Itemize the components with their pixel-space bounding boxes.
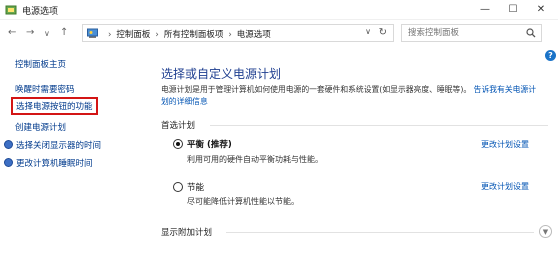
main-content: 选择或自定义电源计划 电源计划是用于管理计算机如何使用电源的一套硬件和系统设置(…	[150, 48, 558, 256]
breadcrumb-separator: ›	[155, 30, 159, 40]
breadcrumb-separator: ›	[228, 30, 232, 40]
preferred-plans-label: 首选计划	[161, 121, 196, 131]
page-description: 电源计划是用于管理计算机如何使用电源的一套硬件和系统设置(如显示器亮度、睡眠等)…	[161, 84, 543, 108]
monitor-icon	[4, 140, 13, 149]
sidebar-item-power-button-function[interactable]: 选择电源按钮的功能	[11, 97, 98, 115]
power-options-icon	[5, 5, 17, 15]
maximize-button[interactable]: ☐	[498, 0, 528, 20]
history-dropdown-icon[interactable]: ∨	[44, 29, 50, 38]
plan-power-saver-description: 尽可能降低计算机性能以节能。	[187, 197, 299, 206]
refresh-icon[interactable]: ↻	[379, 27, 387, 38]
chevron-down-icon[interactable]: ▼	[539, 225, 552, 238]
search-box[interactable]	[401, 24, 542, 42]
sidebar-item-create-plan[interactable]: 创建电源计划	[15, 121, 66, 133]
divider	[226, 232, 534, 233]
close-button[interactable]: ✕	[526, 0, 556, 20]
window-title: 电源选项	[22, 7, 59, 17]
forward-icon[interactable]: →	[26, 27, 34, 38]
title-bar: 电源选项 — ☐ ✕	[0, 0, 558, 20]
breadcrumb-all-items[interactable]: 所有控制面板项	[164, 30, 224, 40]
moon-icon	[4, 158, 13, 167]
breadcrumb: › 控制面板 › 所有控制面板项 › 电源选项	[103, 28, 271, 40]
plan-balanced-radio[interactable]	[173, 139, 183, 149]
sidebar-item-sleep-time[interactable]: 更改计算机睡眠时间	[4, 157, 93, 169]
divider	[210, 125, 548, 126]
up-icon[interactable]: ↑	[60, 27, 68, 38]
back-icon[interactable]: ←	[8, 27, 16, 38]
plan-balanced-description: 利用可用的硬件自动平衡功耗与性能。	[187, 155, 323, 164]
address-dropdown-icon[interactable]: ∨	[365, 27, 371, 36]
breadcrumb-control-panel[interactable]: 控制面板	[116, 30, 150, 40]
sidebar-item-control-panel-home[interactable]: 控制面板主页	[15, 58, 66, 70]
sidebar-item-label: 选择关闭显示器的时间	[16, 141, 102, 151]
search-input[interactable]	[402, 25, 520, 41]
sidebar-item-label: 更改计算机睡眠时间	[16, 159, 93, 169]
address-field[interactable]: › 控制面板 › 所有控制面板项 › 电源选项 ∨ ↻	[82, 24, 394, 42]
change-balanced-settings-link[interactable]: 更改计划设置	[481, 139, 529, 150]
plan-balanced-name[interactable]: 平衡 (推荐)	[187, 138, 232, 150]
change-power-saver-settings-link[interactable]: 更改计划设置	[481, 181, 529, 192]
additional-plans-label[interactable]: 显示附加计划	[161, 226, 212, 238]
sidebar: 控制面板主页 唤醒时需要密码 选择电源按钮的功能 创建电源计划 选择关闭显示器的…	[0, 48, 150, 256]
minimize-button[interactable]: —	[470, 0, 500, 20]
search-icon[interactable]	[526, 28, 536, 38]
plan-power-saver-radio[interactable]	[173, 182, 183, 192]
breadcrumb-power-options[interactable]: 电源选项	[237, 30, 271, 40]
page-title: 选择或自定义电源计划	[161, 67, 282, 81]
sidebar-item-require-password[interactable]: 唤醒时需要密码	[15, 83, 75, 95]
plan-power-saver-name[interactable]: 节能	[187, 181, 204, 193]
control-panel-icon	[87, 28, 98, 38]
description-text: 电源计划是用于管理计算机如何使用电源的一套硬件和系统设置(如显示器亮度、睡眠等)…	[161, 85, 472, 94]
sidebar-item-display-off-time[interactable]: 选择关闭显示器的时间	[4, 139, 101, 151]
address-toolbar: ← → ∨ ↑ › 控制面板 › 所有控制面板项 › 电源选项 ∨ ↻	[0, 21, 558, 45]
breadcrumb-separator: ›	[108, 30, 112, 40]
